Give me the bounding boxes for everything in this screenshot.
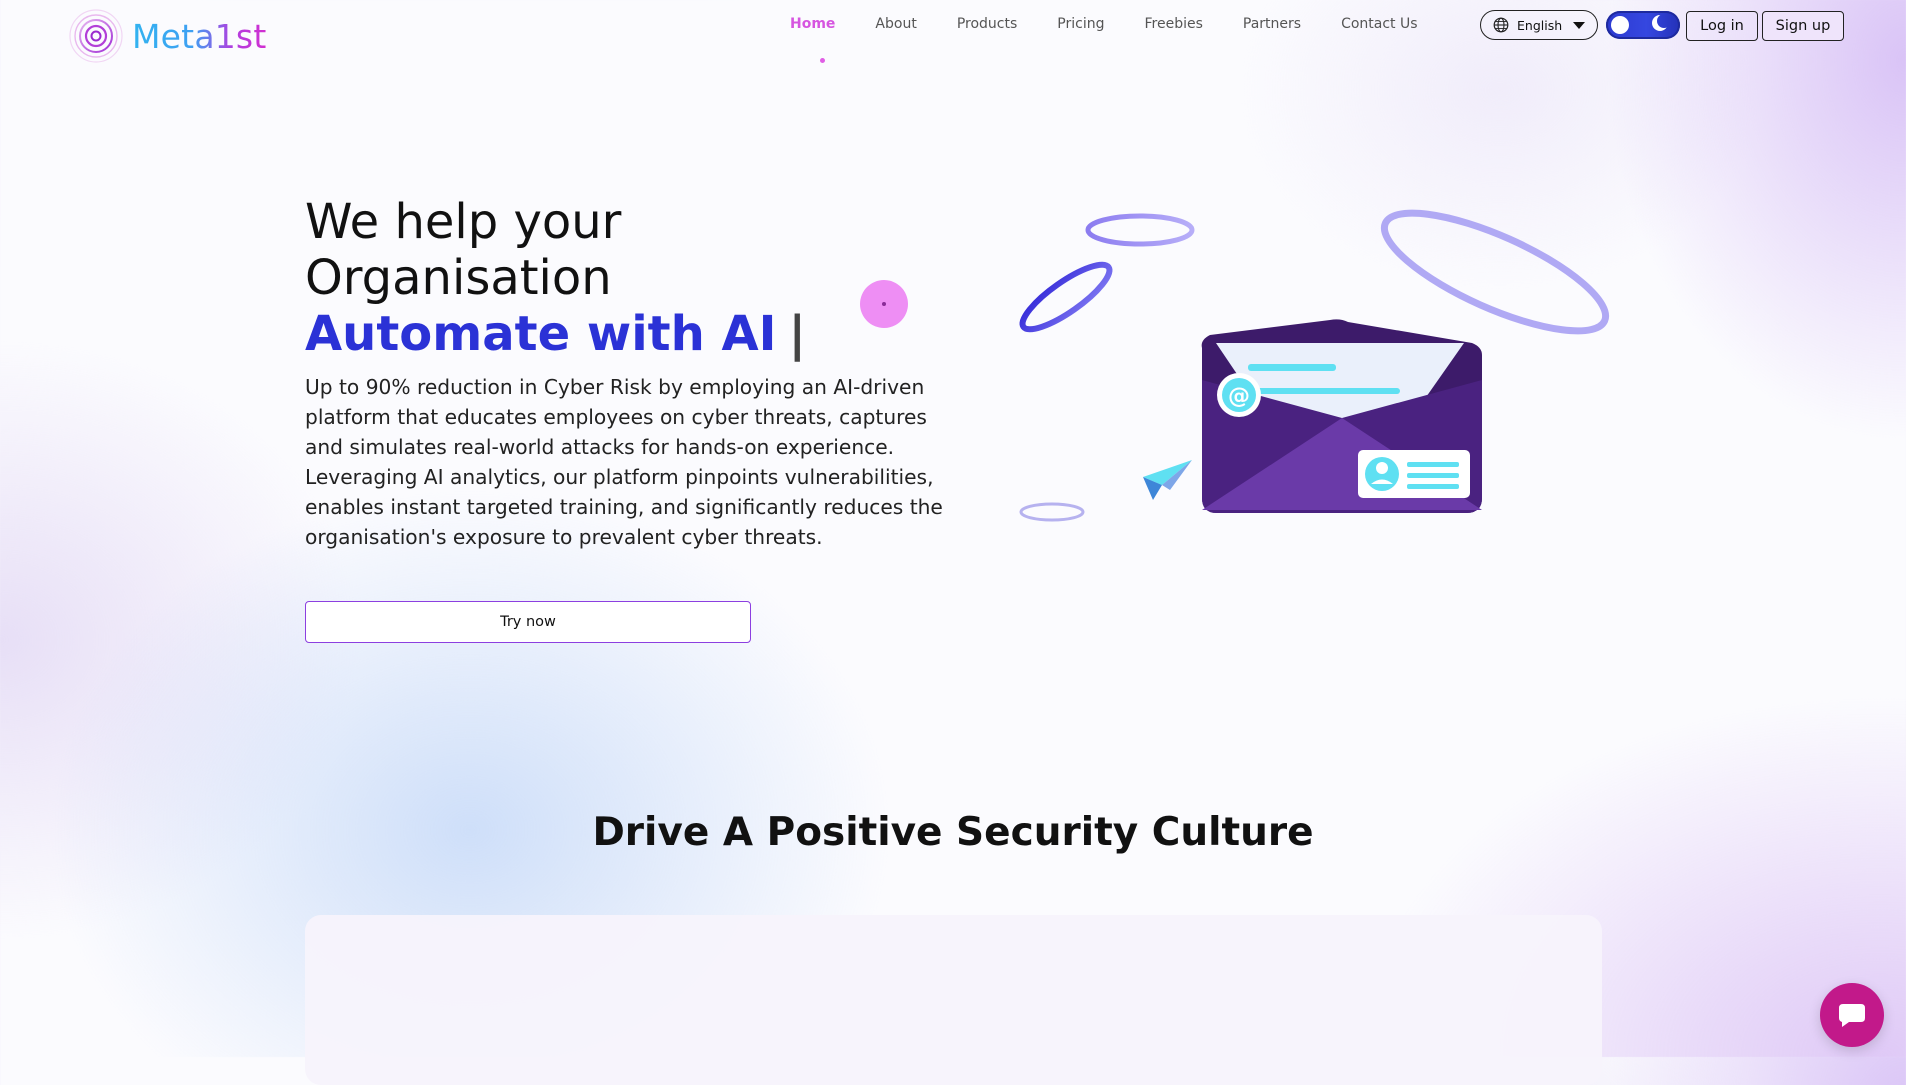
section-title: Drive A Positive Security Culture bbox=[592, 810, 1314, 855]
svg-text:@: @ bbox=[1228, 384, 1250, 409]
logo[interactable]: Meta1st bbox=[68, 8, 266, 64]
pink-orb-decoration bbox=[860, 280, 908, 328]
nav-partners[interactable]: Partners bbox=[1243, 16, 1301, 32]
chat-launcher[interactable] bbox=[1820, 983, 1884, 1047]
moon-icon bbox=[1657, 14, 1671, 28]
hero-accent: Automate with AI | bbox=[305, 306, 806, 362]
nav-home[interactable]: Home bbox=[790, 16, 835, 32]
hero-title: We help your Organisation bbox=[305, 194, 621, 306]
hero-title-line1: We help your bbox=[305, 194, 622, 250]
chevron-down-icon bbox=[1573, 21, 1585, 29]
hero-description: Up to 90% reduction in Cyber Risk by emp… bbox=[305, 375, 943, 549]
theme-toggle[interactable] bbox=[1606, 11, 1680, 39]
signup-button[interactable]: Sign up bbox=[1762, 11, 1844, 41]
nav-pricing[interactable]: Pricing bbox=[1057, 16, 1104, 32]
ring-decoration bbox=[1085, 213, 1195, 247]
language-value: English bbox=[1517, 17, 1563, 33]
chat-bubble-icon bbox=[1839, 1004, 1865, 1027]
envelope-email-illustration: @ bbox=[1019, 209, 1610, 522]
toggle-knob bbox=[1611, 16, 1629, 34]
ring-decoration bbox=[1019, 502, 1085, 522]
typing-cursor: | bbox=[788, 306, 807, 362]
nav-freebies[interactable]: Freebies bbox=[1144, 16, 1202, 32]
logo-mark-icon bbox=[69, 9, 123, 63]
login-button[interactable]: Log in bbox=[1686, 11, 1758, 41]
nav-active-indicator bbox=[820, 58, 825, 63]
nav-products[interactable]: Products bbox=[957, 16, 1017, 32]
hero-title-line2: Organisation bbox=[305, 250, 612, 306]
ring-decoration bbox=[1380, 209, 1610, 335]
main-nav: Home About Products Pricing Freebies Par… bbox=[790, 16, 1458, 32]
logo-text: Meta1st bbox=[132, 16, 267, 56]
content-card bbox=[305, 915, 1602, 1085]
ring-decoration bbox=[1019, 261, 1113, 333]
hero-accent-text: Automate with AI bbox=[305, 306, 777, 362]
nav-contact-us[interactable]: Contact Us bbox=[1341, 16, 1417, 32]
globe-icon bbox=[1493, 17, 1509, 33]
language-selector[interactable]: English bbox=[1480, 10, 1598, 40]
try-now-button[interactable]: Try now bbox=[305, 601, 751, 643]
nav-about[interactable]: About bbox=[875, 16, 916, 32]
